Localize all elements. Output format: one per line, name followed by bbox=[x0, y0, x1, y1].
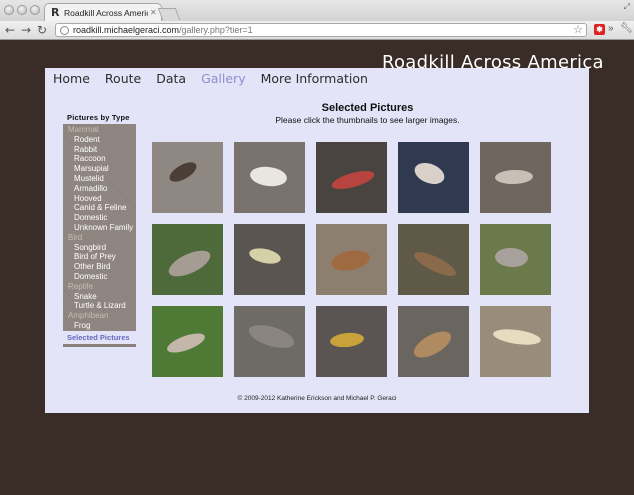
sidebar-item[interactable]: Turtle & Lizard bbox=[74, 301, 126, 311]
sidebar-item[interactable]: Domestic bbox=[74, 213, 107, 223]
selected-pictures-link[interactable]: Selected Pictures bbox=[67, 333, 130, 342]
thumbnail-subject bbox=[245, 320, 297, 352]
thumbnail-subject bbox=[329, 246, 371, 274]
gallery-thumbnail[interactable] bbox=[480, 142, 551, 213]
gallery-thumbnail[interactable] bbox=[398, 224, 469, 295]
sidebar-category[interactable]: Amphibean bbox=[68, 311, 108, 321]
sidebar-category[interactable]: Reptile bbox=[68, 282, 93, 292]
gallery-thumbnail[interactable] bbox=[480, 224, 551, 295]
nav-more-information[interactable]: More Information bbox=[261, 71, 368, 86]
sidebar-item[interactable]: Rodent bbox=[74, 135, 100, 145]
sidebar: Mammal Rodent Rabbit Raccoon Marsupial Mustel… bbox=[63, 124, 136, 331]
sidebar-item[interactable]: Canid & Feline bbox=[74, 203, 126, 213]
gallery-thumbnail[interactable] bbox=[316, 224, 387, 295]
thumbnail-subject bbox=[494, 246, 528, 268]
gallery-thumbnail[interactable] bbox=[234, 224, 305, 295]
site-favicon-icon: R bbox=[51, 6, 60, 19]
sidebar-item[interactable]: Raccoon bbox=[74, 154, 106, 164]
main-nav: Home Route Data Gallery More Information bbox=[53, 71, 383, 86]
thumbnail-subject bbox=[492, 326, 542, 348]
star-icon[interactable]: ☆ bbox=[573, 23, 583, 36]
sidebar-item[interactable]: Snake bbox=[74, 292, 97, 302]
gallery-subheading: Please click the thumbnails to see large… bbox=[275, 115, 460, 125]
sidebar-item[interactable]: Marsupial bbox=[74, 164, 109, 174]
wrench-icon[interactable]: 🔧︎ bbox=[620, 23, 633, 34]
thumbnail-subject bbox=[166, 158, 200, 186]
thumbnail-subject bbox=[411, 158, 447, 188]
url-text: roadkill.michaelgeraci.com/gallery.php?t… bbox=[73, 25, 253, 35]
close-window-button[interactable] bbox=[4, 5, 14, 15]
thumbnail-subject bbox=[494, 169, 534, 185]
gallery-thumbnail[interactable] bbox=[152, 224, 223, 295]
nav-data[interactable]: Data bbox=[156, 71, 186, 86]
nav-gallery[interactable]: Gallery bbox=[201, 71, 246, 86]
sidebar-item[interactable]: Frog bbox=[74, 321, 90, 331]
gallery-thumbnail[interactable] bbox=[234, 306, 305, 377]
gallery-thumbnail[interactable] bbox=[152, 142, 223, 213]
sidebar-category[interactable]: Mammal bbox=[68, 125, 99, 135]
gallery-thumbnail[interactable] bbox=[398, 306, 469, 377]
sidebar-item[interactable]: Hooved bbox=[74, 194, 102, 204]
gallery-thumbnail[interactable] bbox=[480, 306, 551, 377]
sidebar-item[interactable]: Rabbit bbox=[74, 145, 97, 155]
browser-toolbar: ← → ↻ roadkill.michaelgeraci.com/gallery… bbox=[0, 21, 634, 40]
extension-icon[interactable]: ✱ bbox=[594, 24, 605, 35]
gallery-thumbnail[interactable] bbox=[316, 306, 387, 377]
gallery-heading: Selected Pictures bbox=[321, 102, 414, 114]
reload-icon[interactable]: ↻ bbox=[37, 23, 47, 37]
forward-icon[interactable]: → bbox=[21, 23, 31, 37]
thumbnail-subject bbox=[409, 325, 455, 363]
gallery-thumbnail[interactable] bbox=[316, 142, 387, 213]
gallery-thumbnail[interactable] bbox=[234, 142, 305, 213]
content-panel: Home Route Data Gallery More Information… bbox=[45, 68, 589, 413]
sidebar-item[interactable]: Domestic bbox=[74, 272, 107, 282]
sidebar-item[interactable]: Other Bird bbox=[74, 262, 110, 272]
thumbnail-subject bbox=[329, 167, 377, 193]
sidebar-item[interactable]: Unknown Family bbox=[74, 223, 133, 233]
footer-copyright: © 2009-2012 Katherine Erickson and Micha… bbox=[237, 395, 397, 402]
selected-indicator bbox=[63, 344, 136, 347]
new-tab-button[interactable] bbox=[157, 8, 181, 20]
zoom-window-button[interactable] bbox=[30, 5, 40, 15]
nav-home[interactable]: Home bbox=[53, 71, 90, 86]
nav-route[interactable]: Route bbox=[105, 71, 141, 86]
tab-close-icon[interactable]: ✕ bbox=[150, 8, 157, 17]
thumbnail-subject bbox=[411, 247, 459, 281]
thumbnail-subject bbox=[248, 164, 288, 188]
more-icon[interactable]: » bbox=[608, 23, 614, 34]
sidebar-title: Pictures by Type bbox=[67, 113, 130, 122]
sidebar-item[interactable]: Armadillo bbox=[74, 184, 107, 194]
sidebar-category[interactable]: Bird bbox=[68, 233, 82, 243]
browser-tab[interactable]: R Roadkill Across America - G ✕ bbox=[44, 3, 162, 21]
thumbnail-subject bbox=[164, 244, 214, 282]
address-bar[interactable]: roadkill.michaelgeraci.com/gallery.php?t… bbox=[55, 23, 587, 37]
browser-tab-strip: R Roadkill Across America - G ✕ ⤢ bbox=[0, 0, 634, 21]
minimize-window-button[interactable] bbox=[17, 5, 27, 15]
thumbnail-subject bbox=[329, 331, 365, 349]
tab-title: Roadkill Across America - G bbox=[64, 7, 148, 18]
back-icon[interactable]: ← bbox=[5, 23, 15, 37]
globe-icon bbox=[60, 25, 69, 35]
thumbnail-subject bbox=[164, 329, 208, 357]
gallery-thumbnail[interactable] bbox=[152, 306, 223, 377]
sidebar-item[interactable]: Songbird bbox=[74, 243, 106, 253]
fullscreen-icon[interactable]: ⤢ bbox=[624, 2, 630, 12]
thumbnail-subject bbox=[247, 245, 283, 267]
sidebar-item[interactable]: Mustelid bbox=[74, 174, 104, 184]
gallery-thumbnail[interactable] bbox=[398, 142, 469, 213]
sidebar-item[interactable]: Bird of Prey bbox=[74, 252, 116, 262]
